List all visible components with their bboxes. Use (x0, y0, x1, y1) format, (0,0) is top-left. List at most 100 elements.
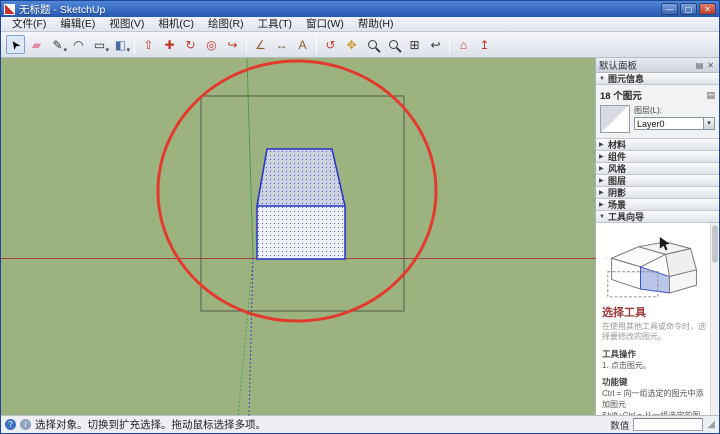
title-bar: 无标题 - SketchUp — ▢ ✕ (1, 1, 719, 17)
chevron-down-icon[interactable]: ▾ (105, 46, 109, 54)
measurements-input[interactable] (633, 418, 704, 431)
sketchup-window: 无标题 - SketchUp — ▢ ✕ 文件(F) 编辑(E) 视图(V) 相… (0, 0, 720, 434)
chevron-down-icon[interactable]: ▾ (63, 46, 67, 54)
select-tool-button[interactable]: ➤ (6, 35, 25, 54)
close-button[interactable]: ✕ (699, 3, 716, 15)
menu-item-camera[interactable]: 相机(C) (151, 17, 201, 32)
collapse-arrow-icon (599, 141, 608, 148)
shapes-tool-button[interactable]: ▭ ▾ (90, 35, 109, 55)
rectangle-icon: ▭ (93, 37, 106, 52)
menu-item-tools[interactable]: 工具(T) (251, 17, 299, 32)
paint-bucket-tool-button[interactable]: ◧ ▾ (111, 35, 130, 55)
menu-item-help[interactable]: 帮助(H) (351, 17, 401, 32)
instructor-scrollbar[interactable] (710, 223, 719, 415)
text-tool-button[interactable]: A (293, 35, 312, 54)
model-canvas (1, 58, 597, 417)
credits-info-icon[interactable]: i (20, 419, 31, 430)
section-entity-info[interactable]: 图元信息 (596, 73, 719, 85)
collapse-arrow-icon (599, 201, 608, 208)
instructor-intro: 在使用其他工具或命令时，选择要修改的图元。 (602, 322, 706, 342)
eraser-tool-button[interactable]: ▰ (27, 35, 46, 54)
tape-measure-tool-button[interactable]: ∠ (251, 35, 270, 54)
status-bar: ? i 选择对象。切换到扩充选择。拖动鼠标选择多项。 数值 ◢ (1, 415, 719, 433)
toolbar-separator (449, 35, 450, 54)
default-tray-panel: 默认面板 ▤ ✕ 图元信息 18 个图元 ▤ 图层(L): (595, 58, 719, 415)
move-tool-button[interactable]: ✚ (160, 35, 179, 54)
measurements-label: 数值 (610, 420, 630, 432)
tape-measure-icon: ∠ (255, 37, 266, 52)
magnifier-window-icon (389, 40, 398, 49)
magnifier-icon (368, 40, 377, 49)
share-model-icon: ↥ (479, 37, 490, 52)
scrollbar-thumb[interactable] (712, 225, 718, 263)
text-icon: A (298, 37, 307, 52)
status-message: 选择对象。切换到扩充选择。拖动鼠标选择多项。 (35, 419, 266, 431)
pan-hand-icon: ✥ (346, 37, 357, 52)
menu-item-view[interactable]: 视图(V) (102, 17, 151, 32)
zoom-tool-button[interactable] (363, 35, 382, 54)
move-cross-icon: ✚ (164, 37, 175, 52)
push-pull-tool-button[interactable]: ⇧ (139, 35, 158, 54)
zoom-extents-icon: ⊞ (409, 37, 420, 52)
paint-bucket-icon: ◧ (114, 37, 127, 52)
previous-view-tool-button[interactable]: ↩ (426, 35, 445, 54)
dimension-tool-button[interactable]: ↔ (272, 35, 291, 54)
section-instructor[interactable]: 工具向导 (596, 211, 719, 223)
layer-label: 图层(L): (634, 106, 662, 115)
geolocation-help-icon[interactable]: ? (5, 419, 16, 430)
instructor-key-line: Ctrl = 向一组选定的图元中添加图元 (602, 389, 704, 409)
tray-menu-icon[interactable]: ▤ (694, 61, 706, 70)
eraser-icon: ▰ (31, 37, 42, 52)
layer-dropdown[interactable]: Layer0 ▾ (634, 117, 715, 130)
menu-item-draw[interactable]: 绘图(R) (201, 17, 251, 32)
material-thumbnail[interactable] (600, 105, 630, 133)
push-pull-icon: ⇧ (143, 37, 154, 52)
instructor-ops-header: 工具操作 (602, 348, 637, 359)
menu-item-window[interactable]: 窗口(W) (299, 17, 351, 32)
box-top-face (257, 149, 345, 206)
share-model-tool-button[interactable]: ↥ (475, 35, 494, 54)
follow-me-tool-button[interactable]: ↪ (223, 35, 242, 54)
orbit-tool-button[interactable]: ↺ (321, 35, 340, 54)
chevron-down-icon[interactable]: ▾ (126, 46, 130, 54)
get-models-tool-button[interactable]: ⌂ (454, 35, 473, 54)
collapse-arrow-icon (599, 153, 608, 160)
arc-tool-button[interactable]: ◠ (69, 35, 88, 54)
offset-icon: ◎ (206, 37, 217, 52)
tray-title: 默认面板 (599, 61, 638, 72)
tool-bar: ➤ ▰ ✎ ▾ ◠ ▭ ▾ ◧ ▾ ⇧ ✚ ↻ ◎ ↪ ∠ ↔ A ↺ ✥ ⊞ ↩ ⌂… (1, 32, 719, 58)
zoom-window-tool-button[interactable] (384, 35, 403, 54)
toolbar-separator (134, 35, 135, 54)
maximize-button[interactable]: ▢ (680, 3, 697, 15)
chevron-down-icon[interactable]: ▾ (703, 118, 714, 129)
instructor-keys-header: 功能键 (602, 377, 628, 388)
instructor-house-image (602, 229, 708, 301)
layer-value: Layer0 (637, 118, 665, 129)
follow-me-icon: ↪ (227, 37, 238, 52)
sketchup-logo-icon (4, 3, 15, 15)
rotate-icon: ↻ (185, 37, 196, 52)
tray-close-icon[interactable]: ✕ (705, 61, 716, 70)
offset-tool-button[interactable]: ◎ (202, 35, 221, 54)
rotate-tool-button[interactable]: ↻ (181, 35, 200, 54)
collapse-arrow-icon (599, 214, 608, 220)
collapse-arrow-icon (599, 177, 608, 184)
viewport-3d[interactable] (1, 58, 597, 417)
zoom-extents-tool-button[interactable]: ⊞ (405, 35, 424, 54)
line-tool-button[interactable]: ✎ ▾ (48, 35, 67, 55)
blue-axis-dotted (248, 257, 254, 417)
toolbar-separator (316, 35, 317, 54)
menu-item-edit[interactable]: 编辑(E) (53, 17, 102, 32)
entity-details-icon[interactable]: ▤ (706, 90, 715, 101)
minimize-button[interactable]: — (661, 3, 678, 15)
toolbar-separator (246, 35, 247, 54)
green-axis (246, 58, 254, 259)
entity-count: 18 个图元 (600, 91, 642, 102)
section-label: 工具向导 (608, 212, 645, 222)
menu-item-file[interactable]: 文件(F) (5, 17, 53, 32)
previous-view-icon: ↩ (430, 37, 441, 52)
pan-tool-button[interactable]: ✥ (342, 35, 361, 54)
instructor-title: 选择工具 (602, 307, 646, 319)
arc-icon: ◠ (73, 37, 84, 52)
resize-grip-icon[interactable]: ◢ (707, 419, 715, 430)
